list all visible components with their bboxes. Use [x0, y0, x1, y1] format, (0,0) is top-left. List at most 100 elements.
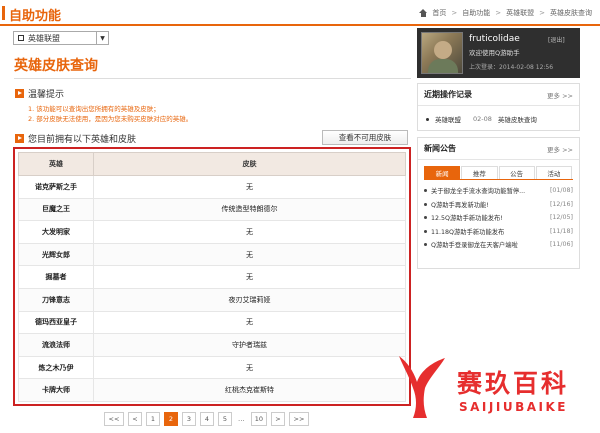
news-panel: 新闻公告 更多 >> 新闻 推荐 公告 活动 关于御龙全手流水查询功能暂停...… [417, 137, 580, 269]
table-row: 掘墓者无 [18, 265, 406, 289]
tip-line: 1. 该功能可以查询出您所拥有的英雄及皮肤； [28, 105, 160, 113]
skin-cell: 红桃杰克崔斯特 [93, 378, 406, 402]
title-accent-bar [2, 6, 5, 20]
table-row: 巨魔之王 传统造型特朗德尔 [18, 197, 406, 222]
skin-cell: 无 [93, 242, 406, 267]
breadcrumb-separator: > [495, 9, 502, 17]
tab-news[interactable]: 新闻 [424, 166, 461, 179]
welcome-text: 欢迎使用Q游助手 [469, 49, 520, 57]
hero-cell: 掘墓者 [18, 265, 94, 289]
table-row: 刀锋意志 夜刃艾瑞莉娅 [18, 287, 406, 312]
first-page-button[interactable]: << [104, 412, 124, 426]
recent-records-panel: 近期操作记录 更多 >> 英雄联盟 02-08 英雄皮肤查询 [417, 83, 580, 131]
section-title: 自助功能 [9, 9, 62, 24]
panel-header: 新闻公告 更多 >> [418, 138, 579, 160]
breadcrumb-self-service[interactable]: 自助功能 [462, 8, 490, 18]
hero-cell: 巨魔之王 [18, 197, 94, 222]
hero-cell: 诺克萨斯之手 [18, 175, 94, 199]
table-row: 诺克萨斯之手无 [18, 175, 406, 199]
bullet-icon [424, 202, 427, 206]
page-button-10[interactable]: 10 [250, 412, 267, 426]
table-row: 大发明家无 [18, 220, 406, 244]
hero-cell: 光辉女郎 [18, 242, 94, 267]
panel-header: 近期操作记录 更多 >> [418, 84, 579, 106]
game-select-value: 英雄联盟 [28, 33, 60, 43]
logout-link[interactable]: [退出] [548, 35, 565, 44]
hero-cell: 炼之木乃伊 [18, 355, 94, 380]
more-link[interactable]: 更多 >> [547, 90, 573, 100]
page-button-3[interactable]: 3 [182, 412, 196, 426]
column-header-hero: 英雄 [18, 152, 94, 176]
table-row: 光辉女郎无 [18, 242, 406, 267]
news-date: [12/16] [549, 200, 573, 208]
watermark: 赛玖百科 SAIJIUBAIKE [393, 352, 600, 433]
page-button-1[interactable]: 1 [146, 412, 160, 426]
table-row: 炼之木乃伊无 [18, 355, 406, 380]
skin-cell: 无 [93, 265, 406, 289]
tab-recommended[interactable]: 推荐 [461, 166, 498, 179]
next-page-button[interactable]: > [270, 412, 285, 426]
page-button-4[interactable]: 4 [200, 412, 214, 426]
skin-cell: 传统造型特朗德尔 [93, 197, 406, 222]
skin-table-highlight: 英雄 皮肤 诺克萨斯之手无 巨魔之王 传统造型特朗德尔 大发明家无 光辉女郎无 掘… [13, 147, 411, 406]
list-item[interactable]: Q游助手登录御龙在天客户端啦 [11/06] [424, 238, 573, 252]
news-title: Q游助手登录御龙在天客户端啦 [431, 242, 518, 250]
list-item[interactable]: Q游助手再发新功能! [12/16] [424, 198, 573, 212]
bullet-icon [424, 243, 427, 247]
bullet-icon [424, 216, 427, 220]
bullet-icon [426, 117, 429, 121]
bullet-icon [424, 229, 427, 233]
game-select[interactable]: 英雄联盟 ▼ [13, 31, 109, 45]
play-arrow-icon [15, 89, 24, 98]
news-date: [11/06] [549, 241, 573, 249]
game-icon [18, 35, 24, 41]
skin-cell: 无 [93, 175, 406, 199]
hero-cell: 大发明家 [18, 220, 94, 244]
skin-cell: 夜刃艾瑞莉娅 [93, 287, 406, 312]
watermark-en: SAIJIUBAIKE [459, 400, 568, 414]
tab-events[interactable]: 活动 [535, 166, 572, 179]
news-title: 关于御龙全手流水查询功能暂停... [431, 188, 526, 196]
panel-title: 近期操作记录 [424, 90, 472, 99]
owned-heading: 您目前拥有以下英雄和皮肤 [15, 132, 136, 145]
more-link[interactable]: 更多 >> [547, 144, 573, 154]
breadcrumb: 首页 > 自助功能 > 英雄联盟 > 英雄皮肤查询 [419, 8, 592, 18]
avatar [421, 32, 463, 74]
pagination-ellipsis: ... [238, 415, 245, 423]
hero-cell: 卡牌大师 [18, 378, 94, 402]
tips-heading: 温馨提示 [15, 87, 64, 100]
record-game: 英雄联盟 [435, 116, 461, 124]
breadcrumb-separator: > [539, 9, 545, 17]
record-action: 英雄皮肤查询 [497, 116, 537, 124]
list-item[interactable]: 12.5Q游助手新功能发布! [12/05] [424, 211, 573, 225]
list-item[interactable]: 11.18Q游助手新功能发布 [11/18] [424, 225, 573, 239]
last-page-button[interactable]: >> [288, 412, 309, 426]
breadcrumb-home[interactable]: 首页 [432, 8, 446, 18]
tab-announcement[interactable]: 公告 [498, 166, 535, 179]
list-item[interactable]: 英雄联盟 02-08 英雄皮肤查询 [418, 106, 579, 132]
chevron-down-icon[interactable]: ▼ [96, 32, 108, 44]
table-row: 德玛西亚皇子无 [18, 310, 406, 335]
news-tabs: 新闻 推荐 公告 活动 [424, 166, 573, 180]
breadcrumb-game[interactable]: 英雄联盟 [506, 8, 534, 18]
watermark-cn: 赛玖百科 [457, 369, 570, 398]
view-unusable-skins-button[interactable]: 查看不可用皮肤 [322, 130, 408, 145]
tips-list: 1. 该功能可以查询出您所拥有的英雄及皮肤； 2. 部分皮肤无法使用，是因为您未… [28, 104, 192, 124]
skin-cell: 无 [93, 220, 406, 244]
table-row: 卡牌大师 红桃杰克崔斯特 [18, 378, 406, 402]
skin-cell: 守护者瑞兹 [93, 333, 406, 357]
breadcrumb-separator: > [451, 9, 458, 17]
table-row: 流浪法师 守护者瑞兹 [18, 333, 406, 357]
news-list: 关于御龙全手流水查询功能暂停... [01/08] Q游助手再发新功能! [12/1… [418, 184, 579, 252]
prev-page-button[interactable]: < [128, 412, 142, 426]
owned-title: 您目前拥有以下英雄和皮肤 [28, 135, 137, 145]
news-title: 11.18Q游助手新功能发布 [431, 228, 505, 236]
list-item[interactable]: 关于御龙全手流水查询功能暂停... [01/08] [424, 184, 573, 198]
home-icon[interactable] [419, 9, 428, 17]
tip-line: 2. 部分皮肤无法使用，是因为您未购买皮肤对应的英雄。 [28, 115, 193, 123]
page-button-5[interactable]: 5 [218, 412, 232, 426]
last-login-text: 上次登录：2014-02-08 12:56 [469, 64, 554, 71]
skin-cell: 无 [93, 355, 406, 380]
page-button-2[interactable]: 2 [164, 412, 178, 426]
user-profile-card: fruticolidae [退出] 欢迎使用Q游助手 上次登录：2014-02-… [417, 28, 580, 78]
